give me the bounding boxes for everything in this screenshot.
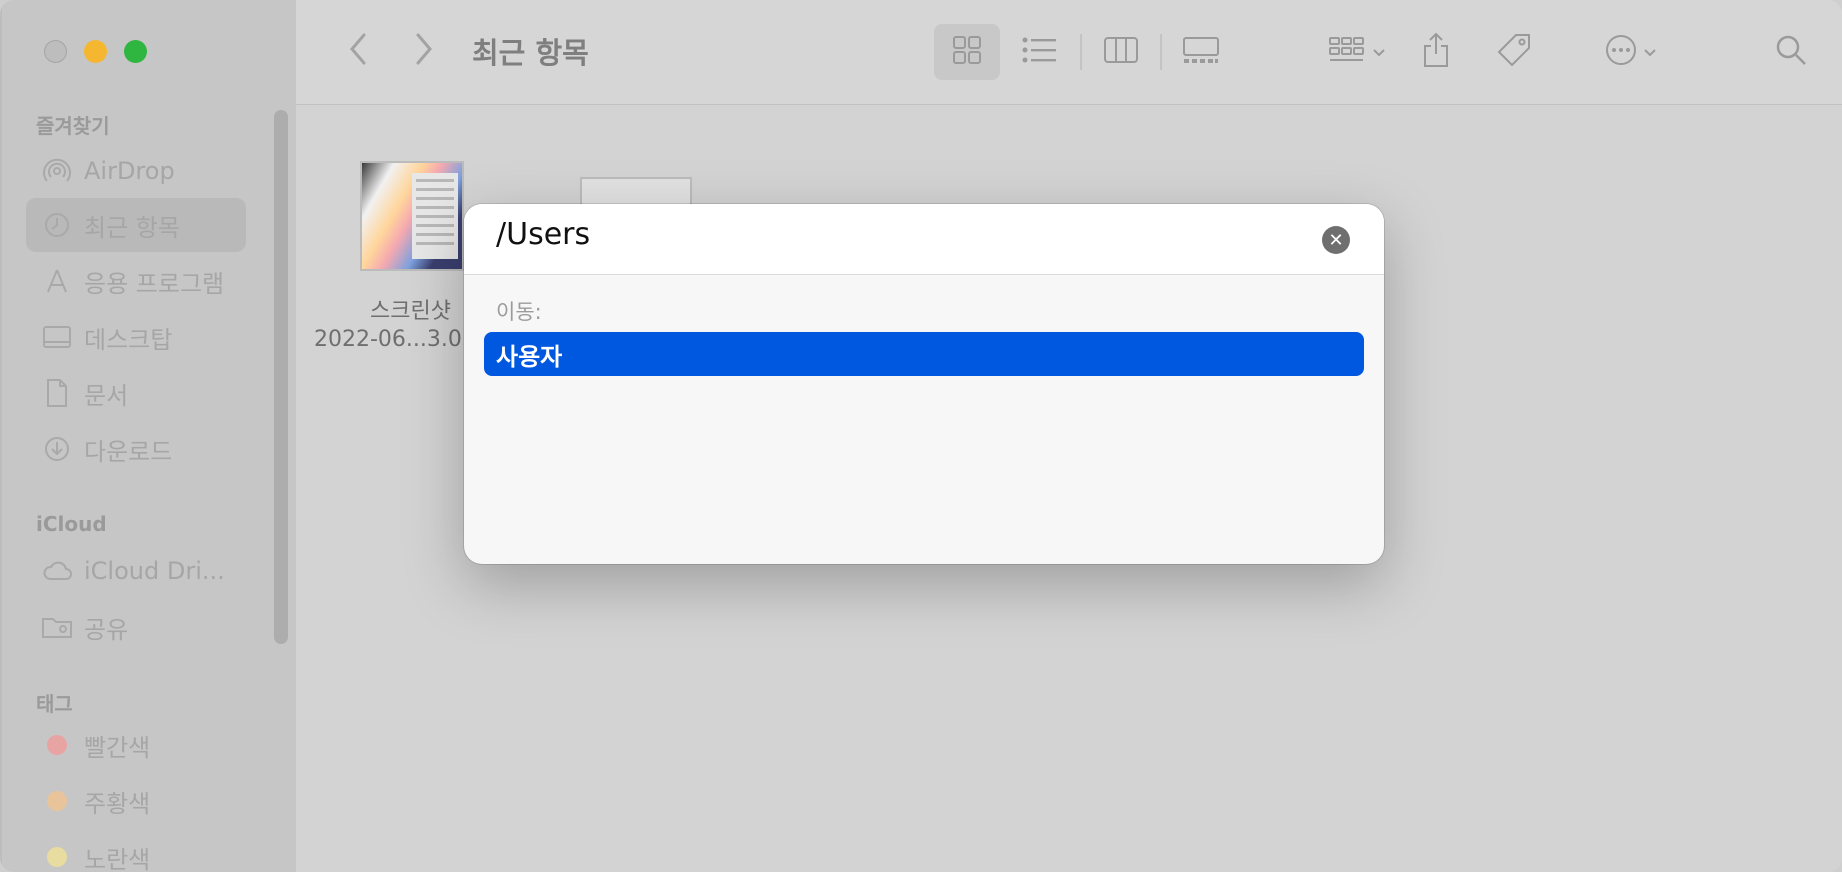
sidebar-scrollbar[interactable]: [274, 110, 288, 644]
traffic-lights: [44, 40, 147, 63]
window-title: 최근 항목: [472, 36, 589, 70]
document-icon: [40, 378, 74, 408]
result-item[interactable]: 사용자: [484, 332, 1364, 376]
toolbar-separator: [1080, 34, 1082, 70]
path-input[interactable]: [494, 216, 1298, 253]
sidebar-item-label: iCloud Dri...: [84, 557, 225, 585]
columns-icon: [1103, 36, 1139, 68]
favorites-header: 즐겨찾기: [36, 114, 110, 138]
desktop-icon: [40, 324, 74, 350]
toolbar: 최근 항목: [296, 0, 1842, 105]
toolbar-separator: [1160, 34, 1162, 70]
section-label: 이동:: [496, 300, 542, 324]
close-icon: ✕: [1328, 229, 1344, 251]
sidebar-item-label: 공유: [84, 615, 129, 644]
tags-header: 태그: [36, 692, 73, 716]
chevron-right-icon: [414, 32, 434, 70]
group-grid-icon: [1328, 36, 1366, 68]
sidebar-item-tag-yellow[interactable]: 노란색: [26, 830, 246, 872]
chevron-left-icon: [348, 32, 368, 70]
sidebar-item-airdrop[interactable]: AirDrop: [26, 144, 246, 198]
sidebar-item-recents[interactable]: 최근 항목: [26, 198, 246, 252]
back-button[interactable]: [336, 24, 380, 78]
go-to-folder-dialog: ✕ 이동: 사용자: [464, 204, 1384, 564]
sidebar-item-icloud-drive[interactable]: iCloud Dri...: [26, 544, 246, 598]
close-window-button[interactable]: [44, 40, 67, 63]
sidebar-item-tag-orange[interactable]: 주황색: [26, 774, 246, 828]
sidebar-item-label: 다운로드: [84, 437, 173, 466]
list-icon: [1022, 37, 1056, 67]
more-actions-button[interactable]: [1596, 24, 1666, 80]
ellipsis-circle-icon: [1605, 34, 1637, 70]
dialog-header: ✕: [464, 204, 1384, 275]
sidebar-item-label: 응용 프로그램: [84, 269, 225, 298]
download-icon: [40, 435, 74, 463]
sidebar-item-label: 주황색: [84, 789, 151, 818]
clock-icon: [40, 211, 74, 239]
forward-button[interactable]: [402, 24, 446, 78]
tag-dot-icon: [40, 735, 74, 755]
gallery-icon: [1182, 36, 1220, 68]
zoom-window-button[interactable]: [124, 40, 147, 63]
airdrop-icon: [40, 156, 74, 186]
tag-dot-icon: [40, 847, 74, 867]
minimize-window-button[interactable]: [84, 40, 107, 63]
list-view-button[interactable]: [1006, 24, 1072, 80]
search-button[interactable]: [1766, 24, 1816, 80]
group-by-button[interactable]: [1322, 24, 1392, 80]
tag-icon: [1496, 32, 1532, 72]
sidebar: 즐겨찾기 AirDrop 최근 항목 응용 프로그램 데스크탑 문서 다운로드 …: [2, 0, 296, 872]
column-view-button[interactable]: [1088, 24, 1154, 80]
sidebar-item-shared[interactable]: 공유: [26, 600, 246, 654]
sidebar-item-applications[interactable]: 응용 프로그램: [26, 254, 246, 308]
share-button[interactable]: [1408, 24, 1464, 80]
sidebar-item-label: AirDrop: [84, 157, 175, 185]
sidebar-item-desktop[interactable]: 데스크탑: [26, 310, 246, 364]
sidebar-item-label: 문서: [84, 381, 129, 410]
sidebar-item-documents[interactable]: 문서: [26, 366, 246, 420]
chevron-down-icon: [1643, 43, 1657, 62]
file-date: 2022-06...3.0: [314, 327, 462, 352]
tag-button[interactable]: [1486, 24, 1542, 80]
search-icon: [1775, 34, 1807, 70]
icloud-header: iCloud: [36, 512, 107, 536]
tag-dot-icon: [40, 791, 74, 811]
sidebar-item-downloads[interactable]: 다운로드: [26, 422, 246, 476]
sidebar-item-label: 빨간색: [84, 733, 151, 762]
cloud-icon: [40, 559, 74, 583]
result-label: 사용자: [496, 342, 563, 371]
share-icon: [1421, 32, 1451, 72]
sidebar-item-label: 노란색: [84, 845, 151, 872]
grid-icon: [952, 35, 982, 69]
sidebar-item-label: 최근 항목: [84, 213, 180, 242]
finder-window: 즐겨찾기 AirDrop 최근 항목 응용 프로그램 데스크탑 문서 다운로드 …: [0, 0, 1842, 872]
sidebar-item-tag-red[interactable]: 빨간색: [26, 718, 246, 772]
icon-view-button[interactable]: [934, 24, 1000, 80]
applications-icon: [40, 267, 74, 295]
chevron-down-icon: [1372, 43, 1386, 62]
file-name: 스크린샷: [370, 299, 451, 324]
clear-button[interactable]: ✕: [1322, 226, 1350, 254]
gallery-view-button[interactable]: [1168, 24, 1234, 80]
file-thumbnail: [360, 161, 464, 271]
sidebar-item-label: 데스크탑: [84, 325, 173, 354]
shared-folder-icon: [40, 614, 74, 640]
